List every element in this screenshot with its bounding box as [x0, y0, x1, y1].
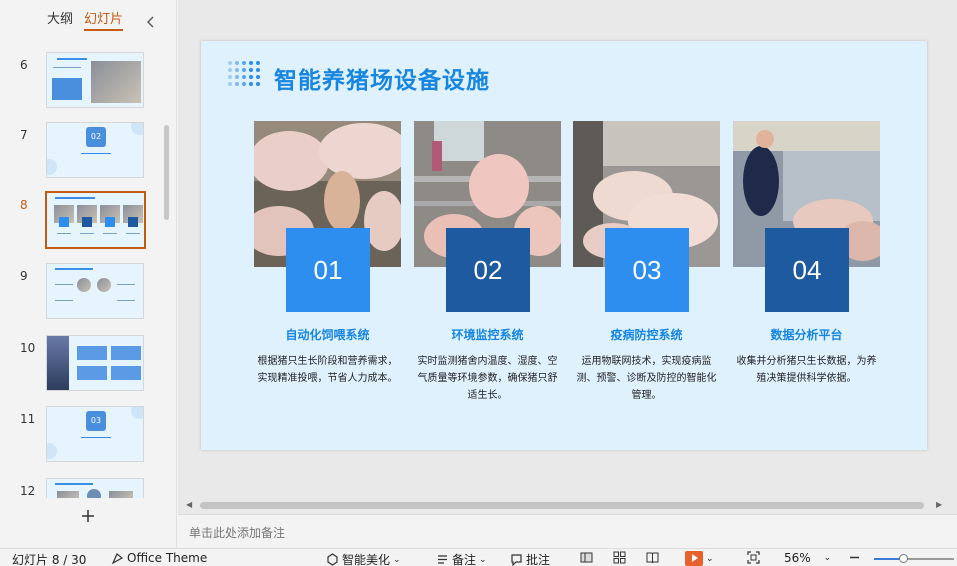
thumbnail-row: 7 02: [0, 122, 165, 182]
card-title[interactable]: 疫病防控系统: [573, 326, 720, 343]
thumbnail-number: 10: [20, 341, 36, 355]
thumbnail-row: 12: [0, 478, 165, 498]
scroll-left-icon[interactable]: ◀: [186, 500, 192, 509]
fit-window-button[interactable]: [747, 551, 760, 564]
theme-icon: [111, 552, 124, 564]
decorative-dots-icon: [228, 61, 260, 89]
thumbnail-number: 11: [20, 412, 36, 426]
plus-icon: [82, 510, 94, 522]
collapse-panel-icon[interactable]: [144, 14, 158, 28]
status-bar: 幻灯片 8 / 30 Office Theme 智能美化 ⌄ 备注 ⌄ 批注 ⌄…: [0, 548, 957, 566]
comments-button[interactable]: 批注: [510, 551, 550, 566]
number-box: 01: [286, 228, 370, 312]
horizontal-scroll-thumb[interactable]: [200, 502, 924, 509]
card-number: 04: [792, 254, 822, 285]
card-number: 02: [473, 254, 503, 285]
beautify-label: 智能美化: [342, 553, 391, 566]
notes-label: 备注: [452, 553, 477, 566]
minus-icon: [850, 556, 859, 559]
normal-view-icon: [580, 552, 593, 563]
thumbnail-row: 11 03: [0, 406, 165, 466]
chevron-down-icon: ⌄: [479, 554, 487, 565]
horizontal-scrollbar[interactable]: ◀ ▶: [178, 498, 957, 514]
notes-pane[interactable]: 单击此处添加备注: [178, 514, 957, 548]
card-number: 01: [313, 254, 343, 285]
fit-window-icon: [747, 551, 760, 564]
card-number: 03: [632, 254, 662, 285]
number-box: 02: [446, 228, 530, 312]
chevron-down-icon: ⌄: [823, 553, 832, 563]
slide-thumbnail-6[interactable]: [46, 52, 144, 108]
book-icon: [646, 552, 659, 564]
beautify-button[interactable]: 智能美化 ⌄: [326, 551, 401, 566]
chevron-down-icon: ⌄: [393, 554, 401, 565]
card-title[interactable]: 自动化饲喂系统: [254, 326, 401, 343]
thumbnail-number: 8: [20, 198, 28, 212]
slide-thumbnail-panel: 大纲 幻灯片 6 7 02 8 9 10 11 03 12: [0, 0, 177, 548]
thumbnail-number: 12: [20, 484, 36, 498]
tab-slides[interactable]: 幻灯片: [84, 8, 124, 31]
slide-thumbnail-7[interactable]: 02: [46, 122, 144, 178]
play-icon: [685, 551, 703, 566]
thumbnail-row: 8: [0, 191, 165, 252]
zoom-out-button[interactable]: [848, 551, 861, 564]
theme-button[interactable]: Office Theme: [111, 551, 207, 565]
card-description[interactable]: 收集并分析猪只生长数据，为养殖决策提供科学依据。: [733, 353, 880, 387]
slide-thumbnail-11[interactable]: 03: [46, 406, 144, 462]
zoom-slider-knob[interactable]: [899, 554, 908, 563]
theme-label: Office Theme: [127, 551, 208, 565]
comment-icon: [511, 554, 522, 566]
card-title[interactable]: 数据分析平台: [733, 326, 880, 343]
zoom-slider[interactable]: [874, 554, 954, 563]
scroll-right-icon[interactable]: ▶: [936, 500, 942, 509]
slide-canvas: 智能养猪场设备设施 01 自动化饲喂系统 根据猪只生长阶段和营养需求，实现精准投…: [178, 0, 957, 514]
zoom-dropdown[interactable]: 56% ⌄: [784, 551, 831, 565]
slideshow-button[interactable]: ⌄: [685, 551, 714, 566]
card-title[interactable]: 环境监控系统: [414, 326, 561, 343]
panel-tabs: 大纲 幻灯片: [0, 8, 177, 31]
slide-title[interactable]: 智能养猪场设备设施: [274, 61, 490, 95]
tab-outline[interactable]: 大纲: [47, 8, 73, 27]
thumbnail-badge: 02: [86, 127, 106, 147]
thumbnail-row: 10: [0, 335, 165, 395]
thumbnail-badge: 03: [86, 411, 106, 431]
slide[interactable]: 智能养猪场设备设施 01 自动化饲喂系统 根据猪只生长阶段和营养需求，实现精准投…: [201, 41, 927, 450]
slide-counter: 幻灯片 8 / 30: [12, 553, 87, 566]
normal-view-button[interactable]: [580, 551, 593, 564]
card-description[interactable]: 实时监测猪舍内温度、湿度、空气质量等环境参数，确保猪只舒适生长。: [414, 353, 561, 404]
card-description[interactable]: 运用物联网技术，实现疫病监测、预警、诊断及防控的智能化管理。: [573, 353, 720, 404]
thumbnail-list: 6 7 02 8 9 10 11 03 12: [0, 46, 165, 498]
thumbnail-row: 6: [0, 52, 165, 112]
thumbnail-scrollbar[interactable]: [164, 125, 169, 220]
thumbnail-number: 6: [20, 58, 28, 72]
number-box: 04: [765, 228, 849, 312]
thumbnail-number: 7: [20, 128, 28, 142]
notes-toggle-button[interactable]: 备注 ⌄: [436, 551, 487, 566]
slide-thumbnail-10[interactable]: [46, 335, 144, 391]
notes-placeholder[interactable]: 单击此处添加备注: [189, 524, 285, 541]
zoom-value: 56%: [784, 551, 811, 565]
slide-thumbnail-8[interactable]: [45, 191, 146, 249]
thumbnail-number: 9: [20, 269, 28, 283]
reading-view-button[interactable]: [646, 551, 659, 564]
notes-icon: [438, 555, 447, 564]
slide-thumbnail-12[interactable]: [46, 478, 144, 498]
number-box: 03: [605, 228, 689, 312]
grid-icon: [613, 551, 626, 564]
add-slide-button[interactable]: [79, 508, 97, 526]
beautify-icon: [327, 553, 338, 566]
card-description[interactable]: 根据猪只生长阶段和营养需求，实现精准投喂，节省人力成本。: [254, 353, 401, 387]
thumbnail-row: 9: [0, 263, 165, 323]
chevron-down-icon[interactable]: ⌄: [706, 554, 714, 564]
slide-thumbnail-9[interactable]: [46, 263, 144, 319]
comments-label: 批注: [526, 553, 551, 566]
slide-sorter-button[interactable]: [613, 551, 626, 564]
